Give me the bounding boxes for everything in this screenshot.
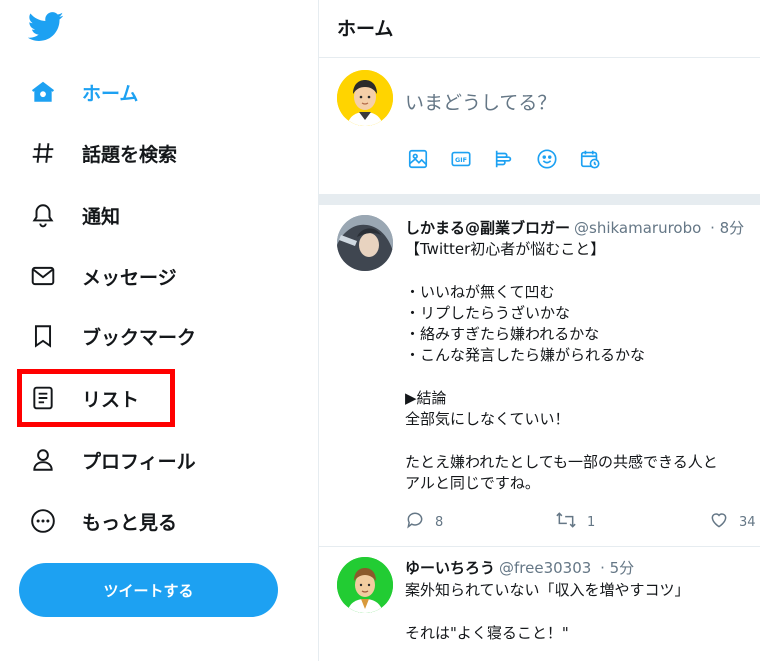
mail-icon bbox=[28, 261, 58, 291]
nav-home[interactable]: ホーム bbox=[28, 72, 138, 112]
tweet-actions: 8 1 34 bbox=[405, 510, 760, 534]
bookmark-icon bbox=[28, 321, 58, 351]
nav-notifications-label: 通知 bbox=[82, 205, 121, 228]
twitter-logo-icon[interactable] bbox=[27, 12, 66, 46]
hashtag-icon bbox=[28, 138, 58, 168]
nav-messages-label: メッセージ bbox=[82, 266, 177, 289]
like-count: 34 bbox=[739, 514, 756, 530]
divider bbox=[319, 194, 760, 205]
bell-icon bbox=[28, 200, 58, 230]
tweet-time[interactable]: · 8分 bbox=[710, 219, 744, 237]
svg-text:GIF: GIF bbox=[455, 156, 467, 164]
poll-icon[interactable] bbox=[491, 146, 517, 172]
tweet[interactable]: ゆーいちろう @free30303 · 5分 案外知られていない「収入を増やすコツ… bbox=[319, 547, 760, 661]
tweet-header: ゆーいちろう @free30303 · 5分 bbox=[405, 557, 634, 578]
tweet-author-name[interactable]: しかまる@副業ブロガー bbox=[405, 219, 570, 237]
image-icon[interactable] bbox=[405, 146, 431, 172]
retweet-icon bbox=[555, 510, 587, 534]
retweet-count: 1 bbox=[587, 514, 596, 530]
nav-home-label: ホーム bbox=[82, 82, 139, 105]
compose-input[interactable]: いまどうしてる？ bbox=[405, 88, 556, 115]
tweet-author-name[interactable]: ゆーいちろう bbox=[405, 559, 495, 577]
tweet[interactable]: しかまる@副業ブロガー @shikamarurobo · 8分 【Twitter初… bbox=[319, 205, 760, 547]
tweet-text: 【Twitter初心者が悩むこと】 ・いいねが無くて凹む ・リプしたらうざいかな… bbox=[405, 240, 718, 493]
nav-explore[interactable]: 話題を検索 bbox=[28, 133, 177, 173]
home-icon bbox=[28, 77, 58, 107]
nav-messages[interactable]: メッセージ bbox=[28, 256, 177, 296]
tweet-button[interactable]: ツイートする bbox=[19, 563, 278, 617]
tweet-time[interactable]: · 5分 bbox=[600, 559, 634, 577]
reply-icon bbox=[405, 510, 435, 534]
nav-profile-label: プロフィール bbox=[82, 450, 196, 473]
highlight-box bbox=[17, 369, 175, 427]
nav-more-label: もっと見る bbox=[82, 511, 178, 534]
tweet-header: しかまる@副業ブロガー @shikamarurobo · 8分 bbox=[405, 217, 744, 238]
compose-toolbar: GIF bbox=[405, 146, 620, 172]
avatar[interactable] bbox=[337, 70, 393, 126]
schedule-icon[interactable] bbox=[577, 146, 603, 172]
tweet-author-handle[interactable]: @free30303 bbox=[499, 559, 591, 577]
more-icon bbox=[28, 506, 58, 536]
gif-icon[interactable]: GIF bbox=[448, 146, 474, 172]
heart-icon bbox=[709, 510, 739, 534]
nav-profile[interactable]: プロフィール bbox=[28, 440, 196, 480]
page-title: ホーム bbox=[337, 18, 394, 40]
nav-more[interactable]: もっと見る bbox=[28, 501, 177, 541]
reply-button[interactable]: 8 bbox=[405, 510, 443, 534]
like-button[interactable]: 34 bbox=[709, 510, 756, 534]
reply-count: 8 bbox=[435, 514, 444, 530]
person-icon bbox=[28, 445, 58, 475]
emoji-icon[interactable] bbox=[534, 146, 560, 172]
nav-notifications[interactable]: 通知 bbox=[28, 195, 120, 235]
nav-bookmarks[interactable]: ブックマーク bbox=[28, 316, 196, 356]
nav-bookmarks-label: ブックマーク bbox=[82, 326, 197, 349]
tweet-text: 案外知られていない「収入を増やすコツ」 それは"よく寝ること！" bbox=[405, 581, 690, 642]
retweet-button[interactable]: 1 bbox=[555, 510, 595, 534]
compose-box: いまどうしてる？ GIF bbox=[319, 58, 760, 196]
sidebar: ホーム 話題を検索 通知 メッセージ ブックマーク リスト プロフィール もっと… bbox=[0, 0, 318, 661]
tweet-author-handle[interactable]: @shikamarurobo bbox=[574, 219, 701, 237]
timeline-header: ホーム bbox=[319, 0, 760, 58]
nav-explore-label: 話題を検索 bbox=[82, 143, 178, 166]
avatar[interactable] bbox=[337, 215, 393, 271]
main-column: ホーム いまどうしてる？ GIF しかまる@副業ブロガー @shikamarur… bbox=[318, 0, 760, 661]
avatar[interactable] bbox=[337, 557, 393, 613]
